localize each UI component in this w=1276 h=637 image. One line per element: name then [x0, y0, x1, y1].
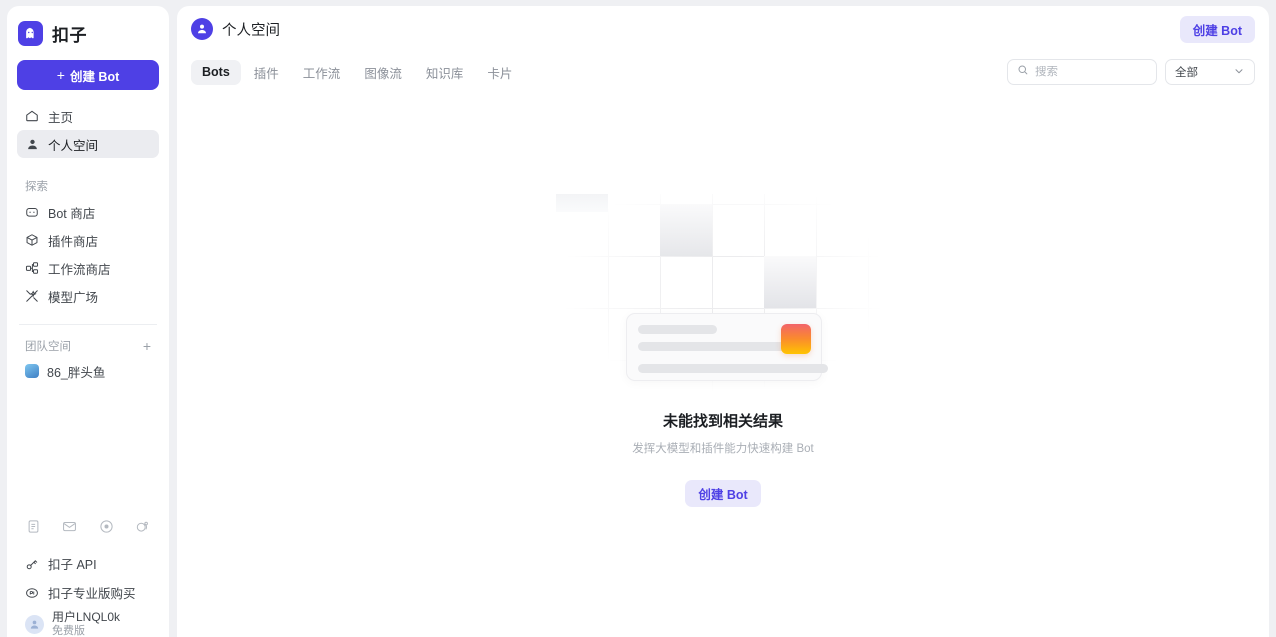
toolbar-right: 全部: [1007, 59, 1255, 85]
empty-state: 未能找到相关结果 发挥大模型和插件能力快速构建 Bot 创建 Bot: [177, 92, 1269, 637]
user-plan: 免费版: [52, 624, 85, 637]
api-key-icon: [25, 557, 39, 571]
sidebar-item-workflow-store-label: 工作流商店: [48, 262, 111, 277]
bot-store-icon: [25, 205, 39, 219]
sidebar-item-home[interactable]: 主页: [17, 102, 159, 130]
sidebar-item-bot-store[interactable]: Bot 商店: [17, 198, 159, 226]
chevron-down-icon: [1233, 65, 1245, 80]
grid-highlight-square-2: [764, 256, 816, 308]
filter-select[interactable]: 全部: [1165, 59, 1255, 85]
discord-icon[interactable]: [134, 518, 151, 535]
tab-knowledge[interactable]: 知识库: [415, 60, 475, 85]
mail-icon[interactable]: [61, 518, 78, 535]
sidebar-item-personal-space[interactable]: 个人空间: [17, 130, 159, 158]
tab-imageflows[interactable]: 图像流: [353, 60, 413, 85]
create-bot-button-header[interactable]: 创建 Bot: [1179, 15, 1255, 43]
empty-state-title: 未能找到相关结果: [662, 413, 783, 430]
user-profile[interactable]: 用户LNQL0k 免费版: [7, 607, 169, 637]
workflow-icon: [25, 261, 39, 275]
model-sparkle-icon: [25, 289, 39, 303]
quick-icon-row: [7, 518, 169, 535]
primary-nav: 主页 个人空间: [7, 102, 169, 158]
sidebar-item-model-plaza[interactable]: 模型广场: [17, 282, 159, 310]
search-input[interactable]: [1035, 66, 1147, 78]
skeleton-line-3: [638, 364, 828, 373]
tab-workflows[interactable]: 工作流: [292, 60, 352, 85]
team-label-text: 团队空间: [25, 341, 71, 353]
empty-state-subtitle: 发挥大模型和插件能力快速构建 Bot: [632, 443, 814, 455]
document-icon[interactable]: [25, 518, 42, 535]
search-box[interactable]: [1007, 59, 1157, 85]
skeleton-card: [626, 313, 828, 381]
home-icon: [25, 109, 39, 123]
plugin-cube-icon: [25, 233, 39, 247]
footer-item-api-label: 扣子 API: [48, 558, 97, 572]
create-bot-label: 创建 Bot: [69, 69, 120, 84]
grid-highlight-square-1: [660, 204, 712, 256]
workspace-person-icon: [191, 18, 213, 40]
plus-icon: +: [56, 67, 65, 83]
app-root: 扣子 + 创建 Bot 主页 个人空间 探索 Bot 商店 插件商店 工作流商店…: [0, 0, 1276, 637]
skeleton-line-2: [638, 342, 788, 351]
sidebar: 扣子 + 创建 Bot 主页 个人空间 探索 Bot 商店 插件商店 工作流商店…: [7, 6, 169, 637]
bot-ghost-icon: [18, 21, 43, 46]
explore-nav: Bot 商店 插件商店 工作流商店 模型广场: [7, 198, 169, 310]
team-section-label: 团队空间 +: [7, 338, 169, 354]
sidebar-item-bot-store-label: Bot 商店: [48, 206, 96, 221]
sidebar-divider: [19, 324, 157, 325]
user-name: 用户LNQL0k: [52, 609, 121, 624]
sidebar-footer: 扣子 API 扣子专业版购买 用户LNQL0k 免费版: [7, 518, 169, 637]
main-panel: 个人空间 创建 Bot Bots 插件 工作流 图像流 知识库 卡片 搜索 全部…: [177, 6, 1269, 637]
tab-bots[interactable]: Bots: [191, 59, 241, 85]
toolbar: Bots 插件 工作流 图像流 知识库 卡片 搜索 全部: [177, 52, 1269, 92]
sidebar-item-workflow-store[interactable]: 工作流商店: [17, 254, 159, 282]
sidebar-item-personal-space-label: 个人空间: [48, 138, 99, 153]
person-icon: [25, 137, 39, 151]
main-header: 个人空间 创建 Bot: [177, 6, 1269, 52]
add-team-button[interactable]: +: [143, 339, 151, 353]
sidebar-item-home-label: 主页: [48, 110, 74, 125]
team-avatar: [25, 364, 39, 378]
tab-bar: Bots 插件 工作流 图像流 知识库 卡片: [191, 59, 523, 85]
grid-highlight-square-3: [556, 194, 608, 212]
sidebar-item-model-plaza-label: 模型广场: [48, 290, 99, 305]
page-title: 个人空间: [222, 22, 280, 39]
skeleton-line-1: [638, 325, 717, 334]
target-icon[interactable]: [98, 518, 115, 535]
explore-label-text: 探索: [25, 181, 48, 193]
create-bot-button-sidebar[interactable]: + 创建 Bot: [17, 60, 159, 90]
filter-select-value: 全部: [1175, 67, 1198, 79]
search-icon: [1017, 63, 1029, 81]
sidebar-item-team[interactable]: 86_胖头鱼: [7, 358, 169, 384]
brand-name: 扣子: [52, 26, 87, 45]
sidebar-item-team-label: 86_胖头鱼: [47, 365, 106, 380]
tab-plugins[interactable]: 插件: [243, 60, 290, 85]
footer-item-api[interactable]: 扣子 API: [17, 549, 159, 578]
brand: 扣子: [7, 6, 169, 46]
empty-state-illustration: [548, 194, 898, 394]
footer-item-pro-purchase[interactable]: 扣子专业版购买: [17, 578, 159, 607]
avatar: [25, 614, 44, 634]
sidebar-item-plugin-store-label: 插件商店: [48, 234, 99, 249]
footer-item-pro-purchase-label: 扣子专业版购买: [48, 587, 136, 601]
user-texts: 用户LNQL0k 免费版: [52, 610, 120, 637]
explore-section-label: 探索: [7, 178, 169, 194]
footer-links: 扣子 API 扣子专业版购买: [7, 549, 169, 607]
sidebar-item-plugin-store[interactable]: 插件商店: [17, 226, 159, 254]
tab-cards[interactable]: 卡片: [476, 60, 523, 85]
coin-icon: [25, 586, 39, 600]
skeleton-thumbnail: [781, 324, 811, 354]
create-bot-button-empty-state[interactable]: 创建 Bot: [685, 480, 761, 507]
